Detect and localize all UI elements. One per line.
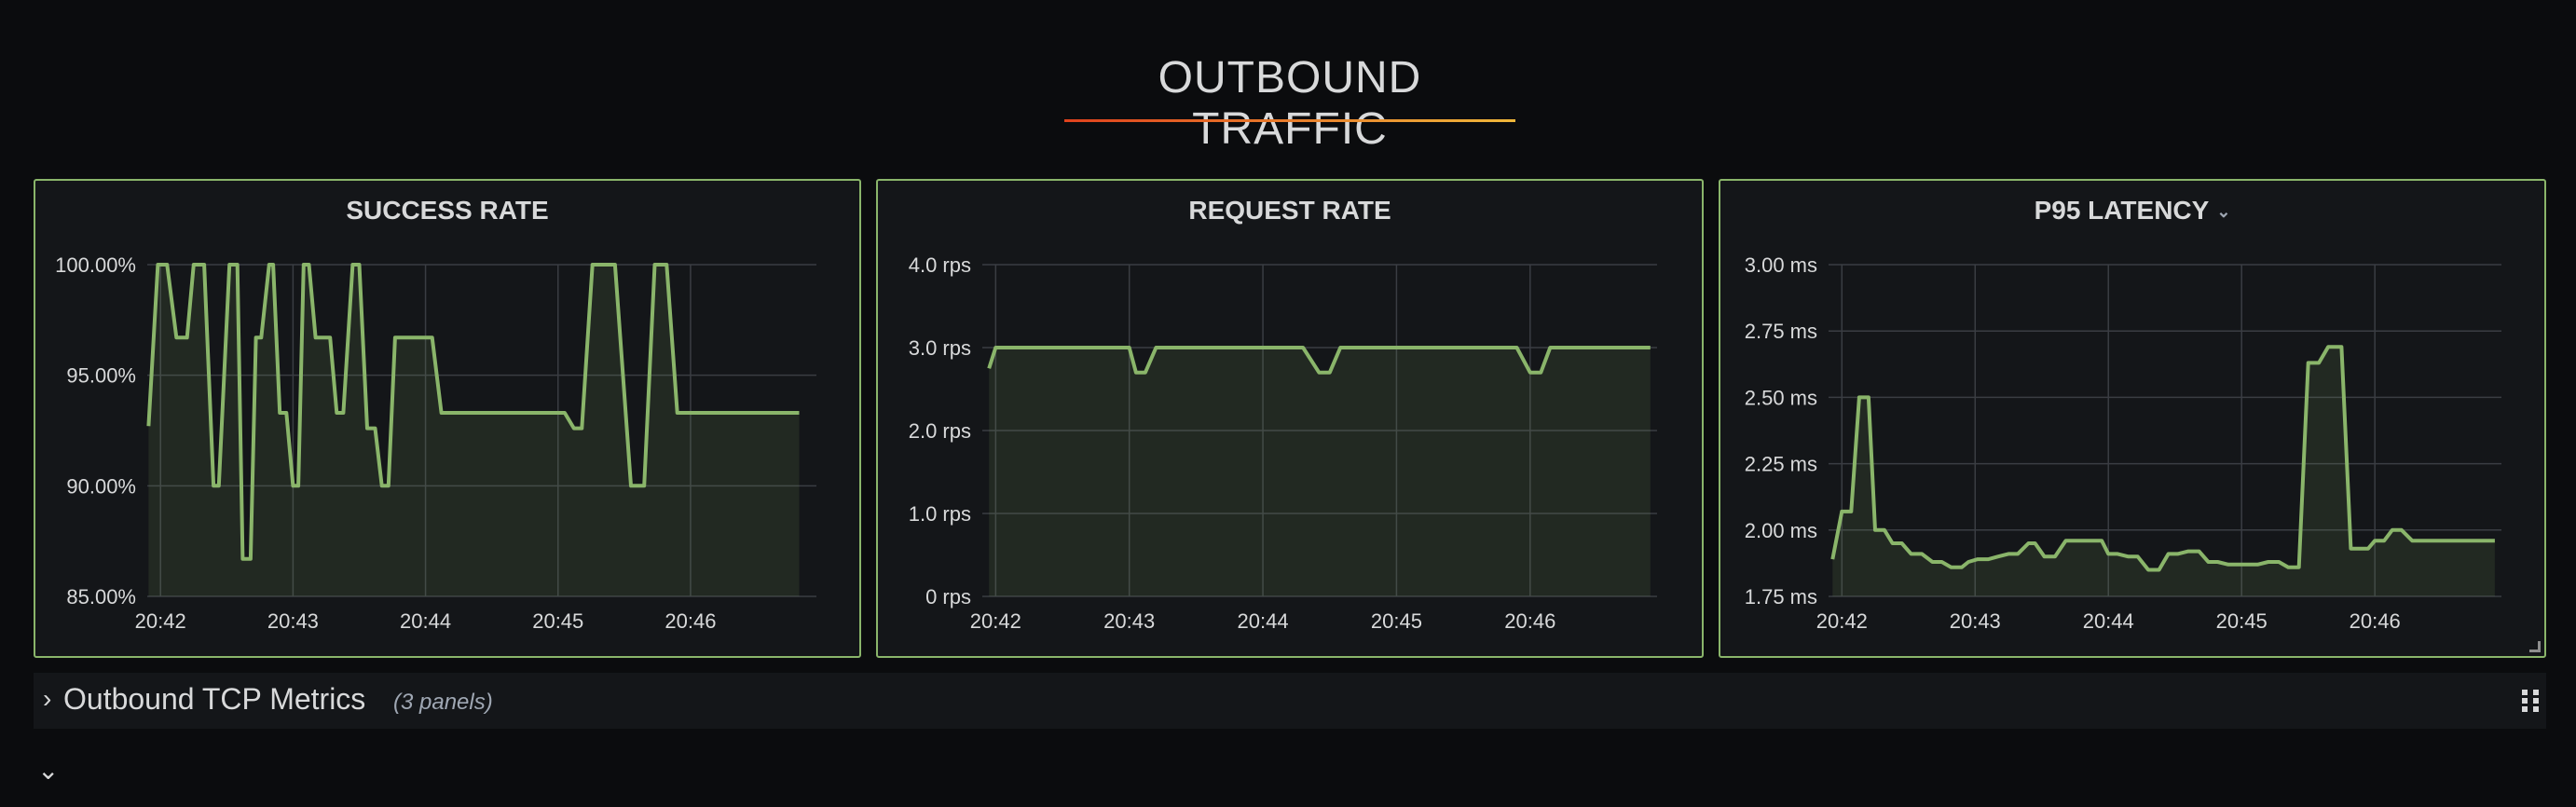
y-tick-label: 95.00%	[66, 364, 136, 388]
y-tick-label: 85.00%	[66, 585, 136, 609]
y-tick-label: 2.0 rps	[909, 419, 971, 443]
y-tick-label: 3.00 ms	[1745, 253, 1817, 277]
x-tick-label: 20:45	[532, 609, 583, 633]
drag-handle-icon[interactable]	[2522, 684, 2541, 718]
p95-latency-panel[interactable]: P95 LATENCY ⌄ 1.75 ms 2.00 ms 2.25 ms 2.50 m…	[1719, 179, 2546, 658]
x-tick-label: 20:43	[267, 609, 319, 633]
x-tick-label: 20:46	[665, 609, 716, 633]
series-area	[148, 265, 800, 596]
y-tick-label: 2.00 ms	[1745, 519, 1817, 542]
y-tick-label: 100.00%	[55, 253, 136, 277]
series-area	[989, 348, 1651, 596]
success-rate-chart: 85.00% 90.00% 95.00% 100.00% 20:42 20:43 20:44…	[55, 253, 816, 633]
x-tick-label: 20:43	[1103, 609, 1155, 633]
y-tick-label: 2.75 ms	[1745, 320, 1817, 343]
x-tick-label: 20:42	[1816, 609, 1868, 633]
request-rate-panel[interactable]: REQUEST RATE 0 rps 1.0 rps 2.0 rps 3.0 rps 4…	[876, 179, 1704, 658]
p95-latency-chart: 1.75 ms 2.00 ms 2.25 ms 2.50 ms 2.75 ms 3.00 …	[1745, 253, 2501, 633]
row-title[interactable]: Outbound TCP Metrics	[63, 682, 365, 717]
y-tick-label: 2.50 ms	[1745, 386, 1817, 409]
x-tick-label: 20:46	[1504, 609, 1555, 633]
success-rate-panel[interactable]: SUCCESS RATE 85.00% 90.00% 95.00% 100.00% 20…	[34, 179, 861, 658]
y-tick-label: 0 rps	[925, 585, 971, 609]
x-tick-label: 20:46	[2350, 609, 2401, 633]
x-tick-label: 20:42	[970, 609, 1021, 633]
x-tick-label: 20:45	[1371, 609, 1422, 633]
section-title: OUTBOUND TRAFFIC	[1158, 53, 1422, 154]
y-tick-label: 1.75 ms	[1745, 585, 1817, 609]
x-tick-label: 20:43	[1950, 609, 2001, 633]
request-rate-chart: 0 rps 1.0 rps 2.0 rps 3.0 rps 4.0 rps 20:42 20…	[909, 253, 1657, 633]
row-panel-count: (3 panels)	[393, 690, 493, 715]
section-title-underline	[1064, 119, 1515, 122]
y-tick-label: 4.0 rps	[909, 253, 971, 277]
y-tick-label: 1.0 rps	[909, 502, 971, 526]
x-tick-label: 20:44	[2083, 609, 2134, 633]
resize-handle-icon[interactable]	[2529, 641, 2541, 652]
chevron-down-icon[interactable]: ⌄	[37, 755, 59, 786]
x-tick-label: 20:44	[1238, 609, 1289, 633]
chevron-right-icon[interactable]: ›	[43, 684, 51, 714]
y-tick-label: 3.0 rps	[909, 336, 971, 360]
row-outbound-tcp-metrics[interactable]: › Outbound TCP Metrics (3 panels)	[34, 673, 2546, 729]
x-tick-label: 20:44	[400, 609, 451, 633]
y-tick-label: 90.00%	[66, 474, 136, 498]
x-tick-label: 20:42	[135, 609, 186, 633]
y-tick-label: 2.25 ms	[1745, 453, 1817, 476]
x-tick-label: 20:45	[2216, 609, 2268, 633]
